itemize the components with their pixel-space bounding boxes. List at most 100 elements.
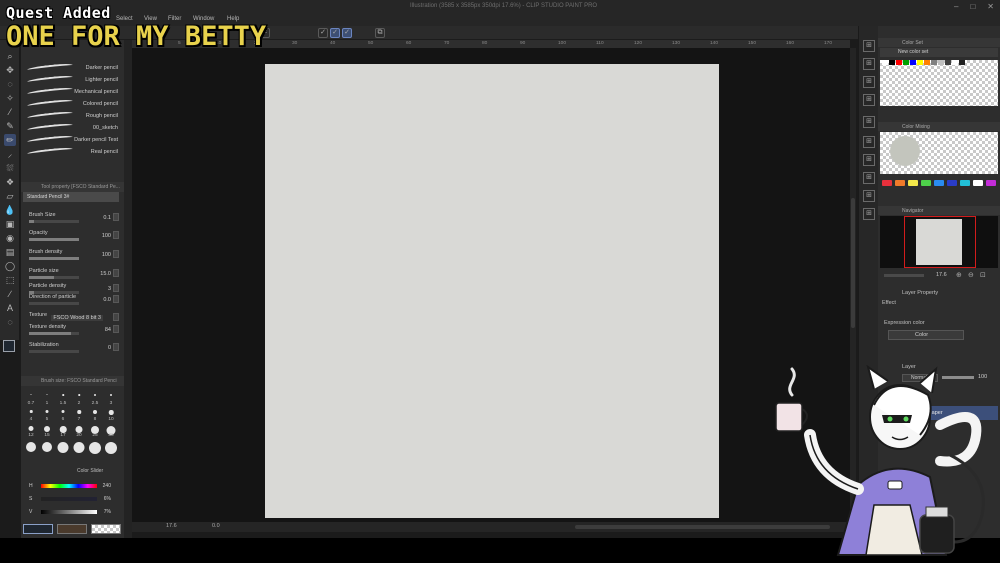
eyedropper-tool-icon[interactable]: ⁄ <box>4 106 16 118</box>
color-slider-label[interactable]: Color Slider <box>77 468 103 474</box>
list-item[interactable]: Rough pencil <box>21 110 124 122</box>
color-set-swatch[interactable] <box>882 60 888 65</box>
brush-size-option[interactable]: 2.5 <box>87 392 103 406</box>
transparent-color-chip[interactable] <box>91 524 121 534</box>
drawing-canvas[interactable] <box>265 64 719 518</box>
blend-tool-icon[interactable]: 💧 <box>4 204 16 216</box>
minimize-icon[interactable]: – <box>954 2 958 11</box>
brush-size-option[interactable]: 17 <box>55 424 71 438</box>
property-slider[interactable] <box>29 220 79 223</box>
zoom-in-icon[interactable]: ⊕ <box>956 271 962 279</box>
navigator-header[interactable]: Navigator <box>878 206 1000 215</box>
brush-size-option[interactable]: 1.5 <box>55 392 71 406</box>
brush-size-option[interactable] <box>23 440 39 454</box>
mixing-color-chip[interactable] <box>895 180 905 186</box>
zoom-readout[interactable]: 17.6 <box>166 523 177 529</box>
property-stepper-button[interactable] <box>113 231 119 239</box>
property-stepper-button[interactable] <box>113 250 119 258</box>
brush-size-option[interactable] <box>55 440 71 454</box>
saturation-slider[interactable]: S 6% <box>29 495 119 505</box>
property-value[interactable]: 100 <box>102 252 111 258</box>
brush-size-option[interactable] <box>87 440 103 454</box>
mixing-color-chip[interactable] <box>921 180 931 186</box>
gradient-tool-icon[interactable]: ▤ <box>4 246 16 258</box>
figure-tool-icon[interactable]: ◯ <box>4 260 16 272</box>
brush-size-option[interactable]: 6 <box>55 408 71 422</box>
tool-property-row[interactable]: Texture density 84 <box>29 324 119 338</box>
property-slider[interactable] <box>29 257 79 260</box>
move-tool-icon[interactable]: ✥ <box>4 64 16 76</box>
property-stepper-button[interactable] <box>113 284 119 292</box>
brush-size-option[interactable]: 2 <box>71 392 87 406</box>
pen-pressure-icon[interactable]: ✓ <box>330 28 340 38</box>
navigator-view-frame[interactable] <box>904 216 976 268</box>
mixing-color-chip[interactable] <box>986 180 996 186</box>
brush-size-option[interactable]: 7 <box>71 408 87 422</box>
brush-tool-icon[interactable]: ⸝ <box>4 148 16 160</box>
snap-icon[interactable]: ✓ <box>342 28 352 38</box>
property-stepper-button[interactable] <box>113 213 119 221</box>
property-slider[interactable] <box>29 238 79 241</box>
wand-tool-icon[interactable]: ✧ <box>4 92 16 104</box>
tool-property-row[interactable]: Opacity 100 <box>29 230 119 244</box>
zoom-out-icon[interactable]: ⊖ <box>968 271 974 279</box>
panel-toggle-icon[interactable]: ⊞ <box>863 190 875 202</box>
property-value[interactable]: 0.0 <box>103 297 111 303</box>
select-tool-icon[interactable]: ◌ <box>4 78 16 90</box>
mixing-color-chip[interactable] <box>960 180 970 186</box>
decoration-tool-icon[interactable]: ❖ <box>4 176 16 188</box>
color-set-swatch[interactable] <box>924 60 930 65</box>
value-slider[interactable]: V 7% <box>29 508 119 518</box>
sub-color-chip[interactable] <box>57 524 87 534</box>
color-mixing-header[interactable]: Color Mixing <box>878 122 1000 131</box>
brush-size-option[interactable] <box>103 440 119 454</box>
mixing-color-chip[interactable] <box>973 180 983 186</box>
brush-size-option[interactable]: 8 <box>87 408 103 422</box>
tool-property-row[interactable]: Brush Size 0.1 <box>29 212 119 226</box>
list-item[interactable]: Darker pencil <box>21 62 124 74</box>
panel-toggle-icon[interactable]: ⊞ <box>863 76 875 88</box>
property-value[interactable]: 84 <box>105 327 111 333</box>
brush-size-option[interactable]: 15 <box>39 424 55 438</box>
property-stepper-button[interactable] <box>113 269 119 277</box>
color-set-swatch[interactable] <box>910 60 916 65</box>
eraser-tool-icon[interactable]: ▱ <box>4 190 16 202</box>
zoom-slider[interactable] <box>884 274 924 277</box>
panel-toggle-icon[interactable]: ⊞ <box>863 94 875 106</box>
main-color-chip[interactable] <box>23 524 53 534</box>
color-set-header[interactable]: Color Set <box>878 38 1000 47</box>
airbrush-tool-icon[interactable]: ⛆ <box>4 162 16 174</box>
property-stepper-button[interactable] <box>113 325 119 333</box>
vertical-scroll-thumb[interactable] <box>851 198 855 328</box>
check-icon[interactable]: ✓ <box>318 28 328 38</box>
panel-toggle-icon[interactable]: ⊞ <box>863 208 875 220</box>
tool-property-row[interactable]: Brush density 100 <box>29 249 119 263</box>
tool-property-row[interactable]: Direction of particle 0.0 <box>29 294 119 308</box>
bucket-tool-icon[interactable]: ◉ <box>4 232 16 244</box>
main-color-swatch[interactable] <box>3 340 15 352</box>
property-value[interactable]: FSCO Wood 8 bit 3 <box>51 315 103 321</box>
brush-size-option[interactable]: 12 <box>23 424 39 438</box>
color-set-grid[interactable] <box>880 60 998 106</box>
brush-size-option[interactable]: 1 <box>39 392 55 406</box>
navigator-preview[interactable] <box>880 216 998 268</box>
list-item[interactable]: Darker pencil Test <box>21 134 124 146</box>
list-item[interactable]: 00_sketch <box>21 122 124 134</box>
brush-size-option[interactable]: 4 <box>23 408 39 422</box>
panel-toggle-icon[interactable]: ⊞ <box>863 58 875 70</box>
color-set-swatch[interactable] <box>917 60 923 65</box>
maximize-icon[interactable]: □ <box>970 2 975 11</box>
brush-size-option[interactable]: 3 <box>103 392 119 406</box>
property-value[interactable]: 3 <box>108 286 111 292</box>
property-slider[interactable] <box>29 350 79 353</box>
property-stepper-button[interactable] <box>113 313 119 321</box>
fit-icon[interactable]: ⊡ <box>980 271 986 279</box>
fill-tool-icon[interactable]: ▣ <box>4 218 16 230</box>
pencil-tool-icon[interactable]: ✏ <box>4 134 16 146</box>
brush-size-option[interactable]: 20 <box>71 424 87 438</box>
close-icon[interactable]: ✕ <box>987 2 994 11</box>
brush-size-option[interactable]: 5 <box>39 408 55 422</box>
panel-toggle-icon[interactable]: ⊞ <box>863 116 875 128</box>
color-set-swatch[interactable] <box>959 60 965 65</box>
tool-property-row[interactable]: Particle size 15.0 <box>29 268 119 282</box>
